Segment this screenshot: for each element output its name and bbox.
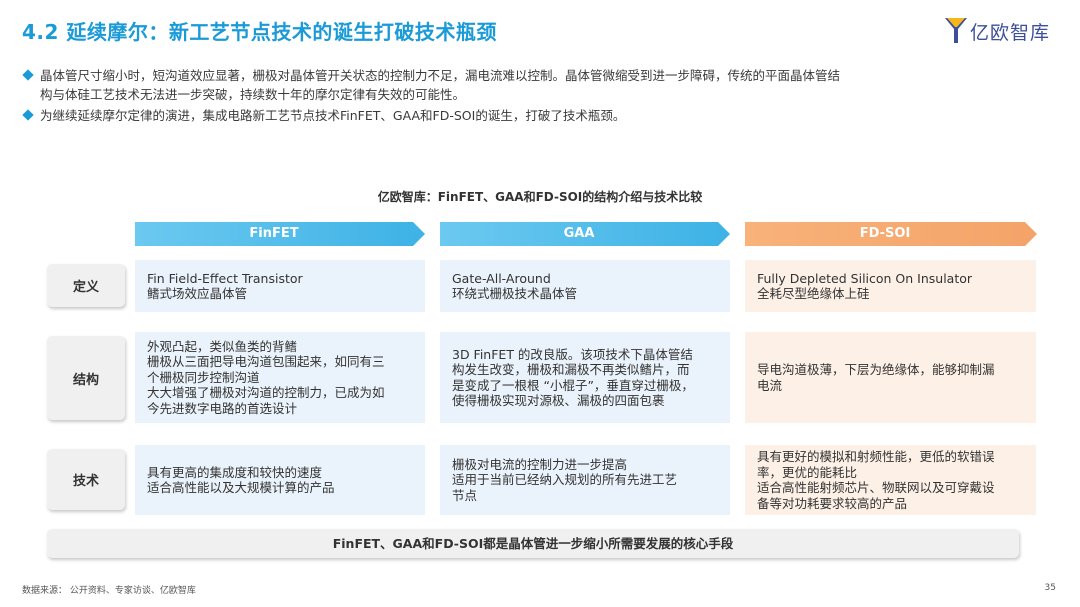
cell-line: 大大增强了栅极对沟道的控制力，已成为如 (147, 385, 385, 401)
cell-line: 外观凸起，类似鱼类的背鳍 (147, 338, 298, 354)
cell-line: 使得栅极实现对源极、漏极的四面包裹 (452, 393, 665, 408)
cell-line: 个栅极同步控制沟道 (147, 369, 260, 385)
table-cell: 3D FinFET 的改良版。该项技术下晶体管结 构发生改变，栅极和漏极不再类似… (440, 332, 730, 423)
page-title: 4.2 延续摩尔：新工艺节点技术的诞生打破技术瓶颈 (22, 20, 497, 44)
table-cell: Gate-All-Around 环绕式栅极技术晶体管 (440, 260, 730, 312)
table-title: 亿欧智库：FinFET、GAA和FD-SOI的结构介绍与技术比较 (377, 190, 703, 204)
cell-line: 栅极对电流的控制力进一步提高 (452, 456, 628, 472)
table-cell: Fin Field-Effect Transistor 鳍式场效应晶体管 (135, 260, 425, 312)
logo-text: 亿欧智库 (970, 22, 1051, 44)
column-header-label: FD-SOI (859, 226, 911, 241)
bullet-text: 晶体管尺寸缩小时，短沟道效应显著，栅极对晶体管开关状态的控制力不足，漏电流难以控… (40, 68, 841, 83)
cell-line: 导电沟道极薄，下层为绝缘体，能够抑制漏 (757, 362, 995, 377)
column-header-label: FinFET (249, 226, 299, 241)
column-header-label: GAA (563, 226, 595, 241)
cell-line: 适用于当前已经纳入规划的所有先进工艺 (452, 472, 678, 488)
diamond-bullet-icon (22, 109, 34, 121)
cell-line: 具有更高的集成度和较快的速度 (147, 464, 323, 480)
page-number: 35 (1044, 583, 1056, 593)
cell-line: 具有更好的模拟和射频性能，更低的软错误 (757, 449, 995, 464)
bullet-item: 为继续延续摩尔定律的演进，集成电路新工艺节点技术FinFET、GAA和FD-SO… (22, 106, 1062, 125)
diamond-bullet-icon (22, 69, 34, 81)
bullet-text: 构与体硅工艺技术无法进一步突破，持续数十年的摩尔定律有失效的可能性。 (40, 87, 466, 102)
cell-line: 鳍式场效应晶体管 (147, 286, 248, 301)
row-label-definition: 定义 (47, 264, 125, 307)
cell-line: Fin Field-Effect Transistor (147, 270, 303, 286)
cell-line: 适合高性能射频芯片、物联网以及可穿戴设 (757, 480, 995, 495)
cell-line: 栅极从三面把导电沟道包围起来，如同有三 (147, 354, 385, 370)
cell-line: 率，更优的能耗比 (757, 464, 858, 480)
logo-icon (945, 18, 967, 43)
summary-bar: FinFET、GAA和FD-SOI都是晶体管进一步缩小所需要发展的核心手段 (47, 529, 1019, 558)
table-cell: 具有更高的集成度和较快的速度 适合高性能以及大规模计算的产品 (135, 445, 425, 515)
bullet-list: 晶体管尺寸缩小时，短沟道效应显著，栅极对晶体管开关状态的控制力不足，漏电流难以控… (22, 66, 1062, 127)
cell-line: Gate-All-Around (452, 270, 551, 286)
column-header-fdsoi: FD-SOI (745, 222, 1037, 246)
cell-line: 是变成了一根根 “小棍子”，垂直穿过栅极， (452, 377, 694, 393)
cell-line: 节点 (452, 487, 478, 503)
cell-line: 环绕式栅极技术晶体管 (452, 286, 578, 301)
table-cell: 导电沟道极薄，下层为绝缘体，能够抑制漏 电流 (745, 332, 1036, 423)
bullet-item: 晶体管尺寸缩小时，短沟道效应显著，栅极对晶体管开关状态的控制力不足，漏电流难以控… (22, 66, 1062, 104)
table-cell: 栅极对电流的控制力进一步提高 适用于当前已经纳入规划的所有先进工艺 节点 (440, 445, 730, 515)
cell-line: 构发生改变，栅极和漏极不再类似鳍片，而 (452, 362, 690, 377)
table-cell: 具有更好的模拟和射频性能，更低的软错误 率，更优的能耗比 适合高性能射频芯片、物… (745, 445, 1036, 515)
cell-line: 适合高性能以及大规模计算的产品 (147, 480, 335, 495)
cell-line: 3D FinFET 的改良版。该项技术下晶体管结 (452, 346, 693, 362)
cell-line: Fully Depleted Silicon On Insulator (757, 270, 973, 286)
logo: 亿欧智库 (943, 15, 1058, 47)
bullet-text: 为继续延续摩尔定律的演进，集成电路新工艺节点技术FinFET、GAA和FD-SO… (40, 108, 626, 123)
column-header-finfet: FinFET (135, 222, 425, 246)
row-label-technology: 技术 (47, 449, 125, 510)
table-cell: Fully Depleted Silicon On Insulator 全耗尽型… (745, 260, 1036, 312)
data-source: 数据来源： 公开资料、专家访谈、亿欧智库 (22, 586, 196, 596)
cell-line: 备等对功耗要求较高的产品 (757, 495, 908, 511)
cell-line: 全耗尽型绝缘体上硅 (757, 286, 870, 301)
column-header-gaa: GAA (440, 222, 730, 246)
cell-line: 电流 (757, 377, 783, 393)
table-cell: 外观凸起，类似鱼类的背鳍 栅极从三面把导电沟道包围起来，如同有三 个栅极同步控制… (135, 332, 425, 423)
cell-line: 今先进数字电路的首选设计 (147, 400, 298, 416)
row-label-structure: 结构 (47, 336, 125, 420)
